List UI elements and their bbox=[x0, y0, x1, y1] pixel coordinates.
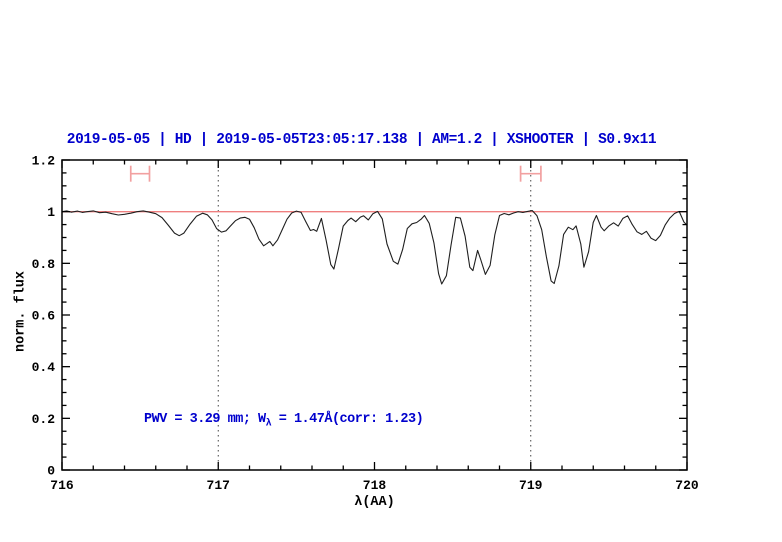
y-tick-label: 0 bbox=[47, 464, 55, 479]
plot-area: 716 717 718 719 720 0 0.2 0.4 0.6 0.8 1 1.2 bbox=[0, 0, 782, 542]
x-tick-label: 717 bbox=[207, 478, 230, 493]
y-tick-label: 0.2 bbox=[32, 412, 56, 427]
y-tick-label: 1.2 bbox=[32, 154, 56, 169]
spectrum-line bbox=[62, 211, 687, 284]
spectrum-plot-canvas: 2019-05-05 | HD | 2019-05-05T23:05:17.13… bbox=[0, 0, 782, 542]
y-tick-label: 0.6 bbox=[32, 309, 56, 324]
pwv-annotation-pre: PWV = 3.29 mm; W bbox=[144, 412, 266, 427]
y-tick-label: 1 bbox=[47, 205, 55, 220]
x-axis-label: λ(AA) bbox=[287, 495, 462, 510]
x-tick-label: 719 bbox=[519, 478, 543, 493]
x-tick-label: 718 bbox=[363, 478, 387, 493]
y-axis-label: norm. flux bbox=[14, 267, 29, 357]
pwv-annotation: PWV = 3.29 mm; Wλ = 1.47Å(corr: 1.23) bbox=[144, 412, 423, 430]
x-tick-label: 716 bbox=[50, 478, 74, 493]
pwv-annotation-post: = 1.47Å(corr: 1.23) bbox=[271, 412, 423, 427]
y-tick-label: 0.8 bbox=[32, 257, 56, 272]
x-tick-label: 720 bbox=[675, 478, 699, 493]
y-tick-label: 0.4 bbox=[32, 360, 56, 375]
